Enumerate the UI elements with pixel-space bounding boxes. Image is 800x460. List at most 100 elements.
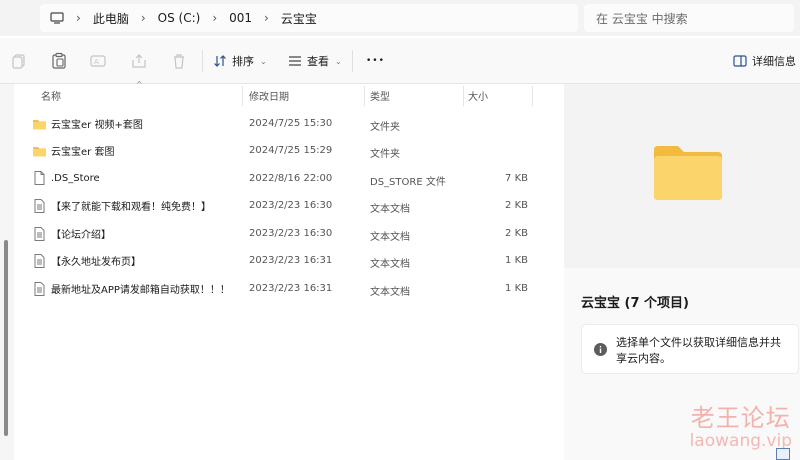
file-row[interactable]: 【来了就能下载和观看！纯免费！】 2023/2/23 16:30 文本文档 2 …: [14, 192, 564, 218]
file-type: 文本文档: [370, 204, 410, 215]
watermark: 老王论坛 laowang.vip: [690, 398, 792, 451]
file-name-cell: 最新地址及APP请发邮箱自动获取！！！: [32, 281, 230, 296]
file-modified: 2022/8/16 22:00: [249, 173, 333, 184]
file-row[interactable]: 云宝宝er 视频+套图 2024/7/25 15:30 文件夹: [14, 110, 564, 136]
column-header-type[interactable]: 类型: [370, 84, 390, 106]
command-bar: A 排序 ⌄ 查看 ⌄ ••• 详细信息: [0, 38, 800, 84]
crumb-folder-001[interactable]: 001: [229, 11, 252, 25]
address-bar[interactable]: › 此电脑 › OS (C:) › 001 › 云宝宝: [40, 4, 578, 32]
file-size: 1 KB: [505, 283, 528, 294]
file-name: 【永久地址发布页】: [51, 257, 141, 268]
file-list: ^ 名称 修改日期 类型 大小 云宝宝er 视频+套图 2024/7/25 15…: [14, 80, 564, 460]
view-icon: [289, 56, 301, 66]
copy-icon[interactable]: [10, 52, 28, 70]
column-header-size[interactable]: 大小: [468, 84, 488, 106]
chevron-right-icon[interactable]: ›: [141, 11, 146, 25]
file-icon: [34, 171, 45, 185]
view-label: 查看: [307, 55, 329, 68]
file-name-cell: .DS_Store: [32, 171, 100, 185]
details-title: 云宝宝 (7 个项目): [581, 296, 689, 311]
file-modified: 2023/2/23 16:30: [249, 228, 333, 239]
chevron-down-icon: ⌄: [335, 56, 342, 66]
file-name-cell: 云宝宝er 套图: [32, 143, 114, 158]
crumb-this-pc[interactable]: 此电脑: [93, 10, 129, 27]
file-type: 文本文档: [370, 259, 410, 270]
text-file-icon: [34, 253, 45, 268]
sort-button[interactable]: 排序 ⌄: [213, 52, 267, 70]
file-name-cell: 云宝宝er 视频+套图: [32, 116, 143, 131]
search-placeholder: 在 云宝宝 中搜索: [596, 11, 688, 26]
watermark-title: 老王论坛: [690, 404, 791, 432]
chevron-right-icon[interactable]: ›: [212, 11, 217, 25]
info-icon: [594, 343, 607, 356]
file-modified: 2023/2/23 16:31: [249, 283, 333, 294]
file-modified: 2024/7/25 15:30: [249, 118, 333, 129]
file-name-cell: 【论坛介绍】: [32, 226, 111, 241]
paste-icon[interactable]: [50, 52, 68, 70]
file-type: DS_STORE 文件: [370, 177, 446, 188]
text-file-icon: [34, 198, 45, 213]
column-divider[interactable]: [364, 86, 365, 106]
chevron-right-icon[interactable]: ›: [264, 11, 269, 25]
file-size: 1 KB: [505, 255, 528, 266]
chevron-right-icon[interactable]: ›: [76, 11, 81, 25]
text-file-icon: [34, 281, 45, 296]
details-info-text: 选择单个文件以获取详细信息并共享云内容。: [616, 336, 781, 365]
file-name: 云宝宝er 套图: [51, 147, 115, 158]
view-button[interactable]: 查看 ⌄: [288, 52, 342, 70]
file-row[interactable]: 云宝宝er 套图 2024/7/25 15:29 文件夹: [14, 137, 564, 163]
file-name: 【论坛介绍】: [51, 230, 111, 241]
file-name: .DS_Store: [51, 172, 100, 184]
details-pane-icon: [733, 55, 747, 67]
address-bar-row: › 此电脑 › OS (C:) › 001 › 云宝宝 在 云宝宝 中搜索: [0, 0, 800, 36]
column-divider[interactable]: [532, 86, 533, 106]
column-divider[interactable]: [242, 86, 243, 106]
file-type: 文本文档: [370, 232, 410, 243]
toolbar-divider: [352, 50, 353, 72]
file-size: 2 KB: [505, 200, 528, 211]
delete-icon[interactable]: [170, 52, 188, 70]
file-name-cell: 【永久地址发布页】: [32, 253, 141, 268]
toolbar-divider: [202, 50, 203, 72]
file-type: 文本文档: [370, 287, 410, 298]
file-row[interactable]: 【永久地址发布页】 2023/2/23 16:31 文本文档 1 KB: [14, 247, 564, 273]
file-row[interactable]: 最新地址及APP请发邮箱自动获取！！！ 2023/2/23 16:31 文本文档…: [14, 275, 564, 301]
share-icon[interactable]: [130, 52, 148, 70]
navigation-scrollbar[interactable]: [4, 240, 8, 436]
file-type: 文件夹: [370, 149, 400, 160]
sort-ascending-icon: ^: [136, 80, 143, 89]
details-view-icon[interactable]: [776, 448, 790, 460]
file-row[interactable]: .DS_Store 2022/8/16 22:00 DS_STORE 文件 7 …: [14, 165, 564, 191]
rename-icon[interactable]: A: [89, 52, 107, 70]
file-modified: 2023/2/23 16:30: [249, 200, 333, 211]
file-size: 7 KB: [505, 173, 528, 184]
folder-icon: [33, 119, 46, 129]
file-name: 【来了就能下载和观看！纯免费！】: [51, 202, 211, 213]
sort-icon: [214, 55, 226, 67]
folder-icon: [33, 146, 46, 156]
details-label: 详细信息: [752, 55, 796, 68]
column-divider[interactable]: [463, 86, 464, 106]
sort-label: 排序: [232, 55, 254, 68]
more-options-button[interactable]: •••: [366, 52, 385, 70]
file-name: 最新地址及APP请发邮箱自动获取！！！: [51, 285, 230, 296]
column-header-modified[interactable]: 修改日期: [249, 84, 289, 106]
text-file-icon: [34, 226, 45, 241]
info-card: 选择单个文件以获取详细信息并共享云内容。: [581, 324, 799, 374]
computer-icon[interactable]: [50, 12, 64, 24]
details-pane-button[interactable]: 详细信息: [733, 52, 796, 70]
search-input[interactable]: 在 云宝宝 中搜索: [584, 4, 794, 32]
file-type: 文件夹: [370, 122, 400, 133]
column-header-name[interactable]: 名称: [41, 84, 61, 106]
crumb-current-folder[interactable]: 云宝宝: [281, 10, 317, 27]
svg-text:A: A: [94, 58, 99, 66]
file-size: 2 KB: [505, 228, 528, 239]
preview-area: [564, 84, 800, 268]
folder-icon: [654, 146, 722, 200]
file-name-cell: 【来了就能下载和观看！纯免费！】: [32, 198, 211, 213]
file-name: 云宝宝er 视频+套图: [51, 120, 143, 131]
file-modified: 2024/7/25 15:29: [249, 145, 333, 156]
file-row[interactable]: 【论坛介绍】 2023/2/23 16:30 文本文档 2 KB: [14, 220, 564, 246]
chevron-down-icon: ⌄: [260, 56, 267, 66]
crumb-drive[interactable]: OS (C:): [158, 11, 201, 25]
